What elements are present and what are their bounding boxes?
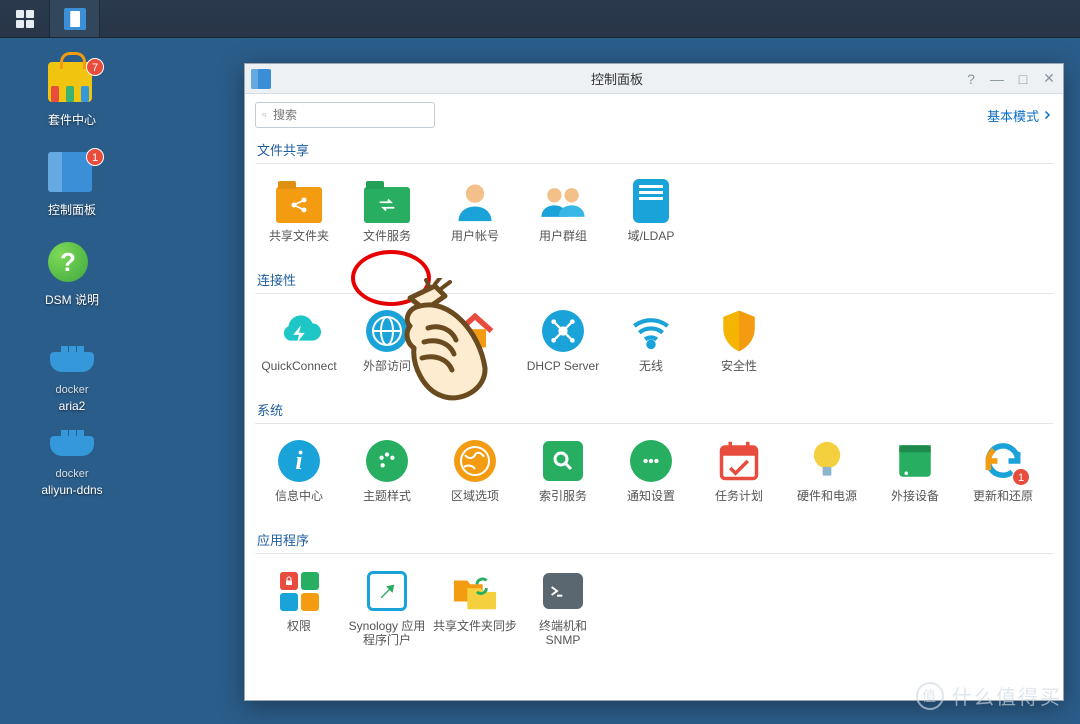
section-title-applications: 应用程序 [255,522,1053,554]
control-panel-window: 控制面板 ? ― □ ✕ 基本模式 文件共享 共享文件夹 文件服务 用户帐号 用… [244,63,1064,701]
section-title-system: 系统 [255,392,1053,424]
item-theme[interactable]: 主题样式 [343,434,431,522]
item-file-services[interactable]: 文件服务 [343,174,431,262]
desktop-icon-package-center[interactable]: 7 套件中心 [28,56,116,127]
shortcut-icon [367,571,407,611]
basic-mode-link[interactable]: 基本模式 [987,106,1053,125]
item-indexing[interactable]: 索引服务 [519,434,607,522]
close-button[interactable]: ✕ [1041,71,1057,87]
item-dhcp-server[interactable]: DHCP Server [519,304,607,392]
window-toolbar: 基本模式 [245,94,1063,132]
item-app-portal[interactable]: Synology 应用程序门户 [343,564,431,652]
help-icon: ? [48,242,88,282]
desktop-icon-label: DSM 说明 [28,294,116,307]
item-network[interactable]: 网络 [431,304,519,392]
desktop-icon-label: aliyun-ddns [28,484,116,497]
badge: 1 [1012,468,1030,486]
item-external-devices[interactable]: 外接设备 [871,434,959,522]
item-terminal-snmp[interactable]: 终端机和 SNMP [519,564,607,652]
item-update-restore[interactable]: 1更新和还原 [959,434,1047,522]
item-task-scheduler[interactable]: 任务计划 [695,434,783,522]
item-external-access[interactable]: 外部访问 [343,304,431,392]
badge: 7 [86,58,104,76]
desktop-icon-docker-aliyun-ddns[interactable]: docker aliyun-ddns [28,410,116,497]
minimize-button[interactable]: ― [989,71,1005,87]
hdd-icon [894,440,936,482]
grid-icon [16,10,34,28]
maximize-button[interactable]: □ [1015,71,1031,87]
desktop-icon-label: 控制面板 [28,204,116,217]
item-quickconnect[interactable]: QuickConnect [255,304,343,392]
desktop-icon-dsm-help[interactable]: ? DSM 说明 [28,236,116,307]
section-grid: 权限 Synology 应用程序门户 共享文件夹同步 终端机和 SNMP [255,564,1053,652]
taskbar-app-control-panel[interactable] [50,0,100,37]
house-network-icon [453,309,497,353]
item-shared-folder-sync[interactable]: 共享文件夹同步 [431,564,519,652]
shield-icon [719,309,759,353]
docker-icon [48,332,96,372]
cloud-bolt-icon [276,311,322,351]
section-title-file-sharing: 文件共享 [255,132,1053,164]
help-button[interactable]: ? [963,71,979,87]
address-book-icon [633,179,669,223]
window-icon [251,69,271,89]
group-icon [540,179,586,223]
docker-icon [48,416,96,456]
taskbar [0,0,1080,38]
item-privileges[interactable]: 权限 [255,564,343,652]
section-grid: QuickConnect 外部访问 网络 DHCP Server 无线 安全性 [255,304,1053,392]
search-box[interactable] [255,102,435,128]
section-grid: i信息中心 主题样式 区域选项 索引服务 通知设置 任务计划 硬件和电源 外接设… [255,434,1053,522]
desktop-icon-control-panel[interactable]: 1 控制面板 [28,146,116,217]
item-wireless[interactable]: 无线 [607,304,695,392]
chevron-right-icon [1041,109,1053,121]
terminal-icon [543,573,583,609]
calendar-icon [718,440,760,482]
item-domain-ldap[interactable]: 域/LDAP [607,174,695,262]
globe-region-icon [454,440,496,482]
search-icon [262,108,267,122]
item-info-center[interactable]: i信息中心 [255,434,343,522]
chat-icon [630,440,672,482]
wifi-icon [629,311,673,351]
privileges-icon [280,572,319,611]
item-user[interactable]: 用户帐号 [431,174,519,262]
item-shared-folder[interactable]: 共享文件夹 [255,174,343,262]
bulb-icon [809,439,845,483]
desktop-icon-docker-aria2[interactable]: docker aria2 [28,326,116,413]
control-panel-icon [64,8,86,30]
search-box-icon [543,441,583,481]
taskbar-main-menu[interactable] [0,0,50,37]
item-group[interactable]: 用户群组 [519,174,607,262]
section-grid: 共享文件夹 文件服务 用户帐号 用户群组 域/LDAP [255,174,1053,262]
network-hub-icon [542,310,584,352]
item-hardware-power[interactable]: 硬件和电源 [783,434,871,522]
window-titlebar[interactable]: 控制面板 ? ― □ ✕ [245,64,1063,94]
item-notification[interactable]: 通知设置 [607,434,695,522]
palette-icon [366,440,408,482]
item-security[interactable]: 安全性 [695,304,783,392]
globe-icon [366,310,408,352]
window-title: 控制面板 [271,69,963,88]
section-title-connectivity: 连接性 [255,262,1053,294]
watermark: 值什么值得买 [916,681,1062,710]
desktop-icon-label: 套件中心 [28,114,116,127]
item-regional[interactable]: 区域选项 [431,434,519,522]
folder-sync-icon [452,570,498,612]
search-input[interactable] [273,108,428,122]
window-content: 文件共享 共享文件夹 文件服务 用户帐号 用户群组 域/LDAP 连接性 Qui… [245,132,1063,700]
folder-transfer-icon [364,187,410,223]
badge: 1 [86,148,104,166]
info-icon: i [278,440,320,482]
folder-share-icon [276,187,322,223]
user-icon [453,179,497,223]
